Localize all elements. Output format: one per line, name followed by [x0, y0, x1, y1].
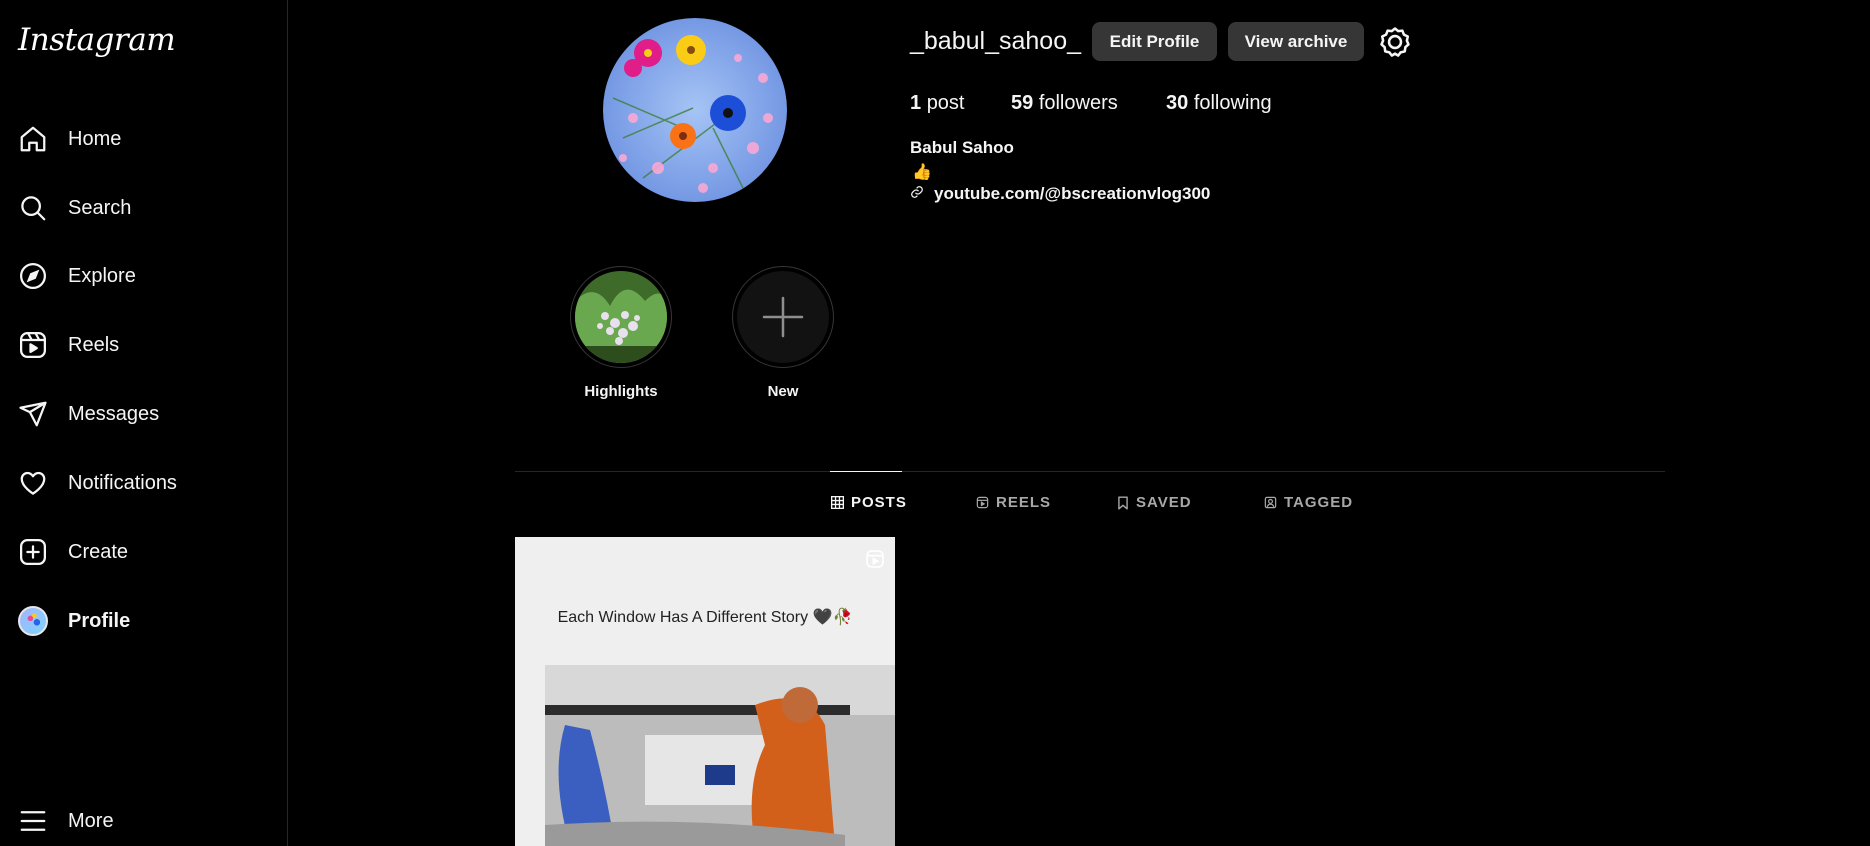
sidebar-item-label: Notifications	[68, 471, 177, 494]
tabs-divider	[515, 471, 1665, 472]
edit-profile-button[interactable]: Edit Profile	[1092, 22, 1217, 61]
compass-icon	[16, 259, 50, 293]
bio-emoji: 👍	[912, 164, 932, 181]
sidebar-item-label: Reels	[68, 333, 120, 356]
tag-user-icon	[1264, 496, 1277, 509]
sidebar-item-search[interactable]: Search	[16, 184, 276, 232]
bookmark-icon	[1118, 495, 1128, 510]
reels-icon	[16, 328, 50, 362]
sidebar-item-label: Create	[68, 540, 129, 563]
tab-label: TAGGED	[1284, 494, 1354, 511]
sidebar-item-more[interactable]: More	[16, 797, 276, 845]
gear-icon[interactable]	[1378, 25, 1412, 59]
highlight-cover	[575, 271, 667, 363]
tab-tagged[interactable]: TAGGED	[1264, 494, 1353, 511]
posts-stat: 1 post	[910, 92, 965, 114]
sidebar-item-notifications[interactable]: Notifications	[16, 459, 276, 507]
post-caption: Each Window Has A Different Story 🖤🥀	[557, 609, 853, 626]
sidebar-item-messages[interactable]: Messages	[16, 390, 276, 438]
sidebar-item-create[interactable]: Create	[16, 528, 276, 576]
followers-stat[interactable]: 59 followers	[1011, 92, 1118, 115]
tab-label: REELS	[996, 494, 1052, 511]
sidebar-item-explore[interactable]: Explore	[16, 252, 276, 300]
sidebar-item-label: More	[68, 809, 114, 832]
highlight-label: New	[767, 383, 799, 400]
post-image	[545, 665, 895, 846]
profile-full-name: Babul Sahoo	[910, 138, 1014, 157]
paper-plane-icon	[16, 397, 50, 431]
plus-square-icon	[16, 535, 50, 569]
following-stat[interactable]: 30 following	[1166, 92, 1272, 115]
sidebar-item-label: Profile	[68, 609, 131, 632]
highlight-ring[interactable]	[570, 266, 672, 368]
link-icon	[910, 184, 924, 204]
new-highlight-ring[interactable]	[732, 266, 834, 368]
tab-saved[interactable]: SAVED	[1117, 494, 1192, 511]
sidebar-item-label: Messages	[68, 402, 160, 425]
grid-icon	[831, 496, 844, 509]
reel-badge-icon	[865, 549, 885, 574]
sidebar-item-label: Home	[68, 127, 122, 150]
sidebar-item-label: Explore	[68, 264, 136, 287]
avatar	[16, 604, 50, 638]
search-icon	[16, 191, 50, 225]
home-icon	[16, 122, 50, 156]
post-thumbnail[interactable]: Each Window Has A Different Story 🖤🥀	[515, 537, 895, 846]
menu-icon	[16, 804, 50, 838]
profile-link-text[interactable]: youtube.com/@bscreationvlog300	[934, 184, 1210, 204]
profile-picture[interactable]	[603, 18, 787, 202]
profile-link[interactable]: youtube.com/@bscreationvlog300	[910, 184, 1210, 204]
new-highlight[interactable]: New	[731, 266, 835, 400]
sidebar-item-profile[interactable]: Profile	[16, 597, 276, 645]
active-tab-indicator	[830, 471, 902, 472]
highlight-item[interactable]: Highlights	[569, 266, 673, 400]
heart-icon	[16, 466, 50, 500]
highlight-label: Highlights	[584, 383, 658, 400]
tab-posts[interactable]: POSTS	[831, 494, 907, 511]
sidebar-item-reels[interactable]: Reels	[16, 321, 276, 369]
reels-icon	[976, 496, 989, 509]
sidebar-item-label: Search	[68, 196, 132, 219]
instagram-logo[interactable]: Instagram	[18, 22, 176, 58]
profile-username: _babul_sahoo_	[910, 27, 1081, 55]
sidebar: Instagram Home Search Explore Reels Mess…	[0, 0, 288, 846]
plus-icon	[737, 271, 829, 363]
tab-label: POSTS	[851, 494, 907, 511]
tab-reels[interactable]: REELS	[976, 494, 1051, 511]
view-archive-button[interactable]: View archive	[1228, 22, 1364, 61]
tab-label: SAVED	[1136, 494, 1192, 511]
sidebar-item-home[interactable]: Home	[16, 115, 276, 163]
